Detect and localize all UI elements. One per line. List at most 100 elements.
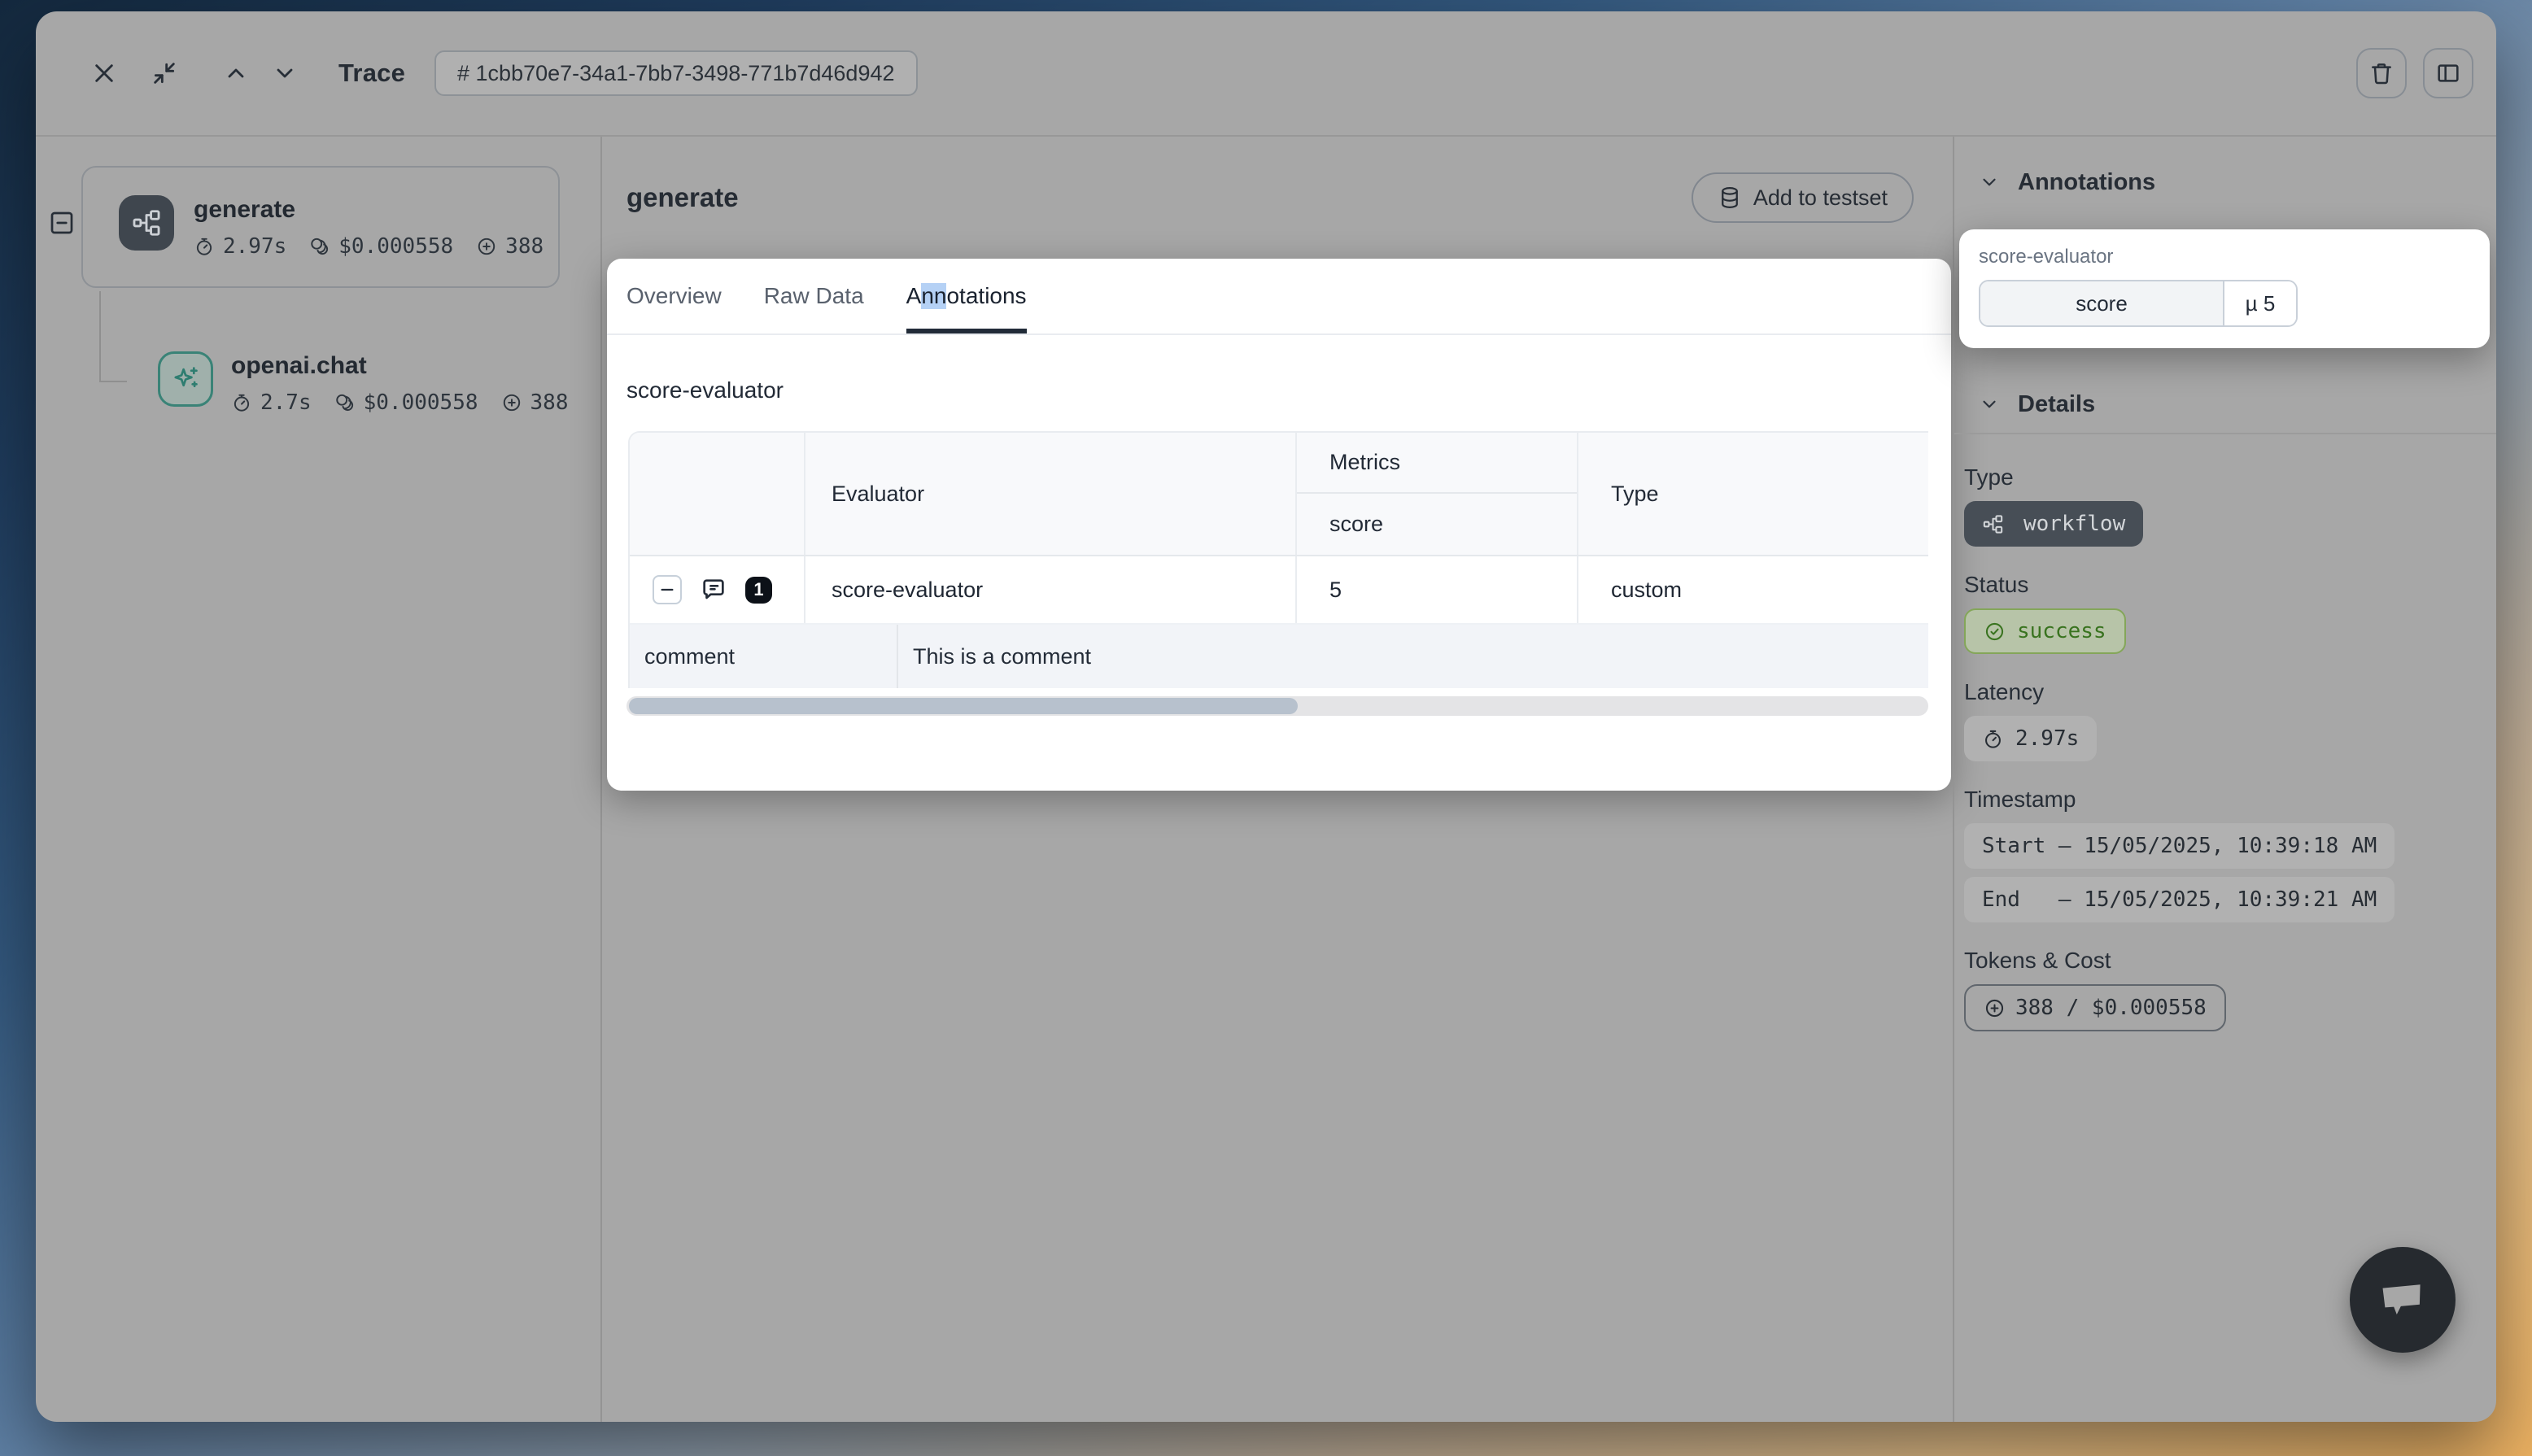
row-score-cell: 5 [1297,556,1578,623]
next-trace-button[interactable] [267,55,303,91]
tree-connector-horizontal [99,381,127,382]
annotations-content: score-evaluator Evaluator Metrics score … [607,377,1951,716]
text-selection-highlight: nn [921,283,946,309]
details-section-header[interactable]: Details [1954,376,2496,434]
latency-badge: 2.97s [1964,716,2097,761]
annotation-score-control[interactable]: score µ 5 [1979,280,2298,327]
span-cost: $0.000558 [364,390,478,415]
plus-circle-icon [1984,997,2006,1019]
tokens-cost-badge: 388 / $0.000558 [1964,984,2226,1031]
type-badge: workflow [1964,501,2143,547]
tab-label-part: otations [946,283,1026,309]
plus-circle-icon [476,236,497,257]
tab-overview[interactable]: Overview [626,259,722,333]
row-actions-cell: 1 [630,556,805,623]
detail-type: Type workflow [1964,464,2483,547]
timer-icon [231,392,252,413]
detail-tokens-cost: Tokens & Cost 388 / $0.000558 [1964,947,2483,1031]
toggle-side-panel-button[interactable] [2423,48,2473,98]
tab-raw-data[interactable]: Raw Data [764,259,864,333]
workflow-icon [119,195,174,251]
horizontal-scrollbar-thumb[interactable] [629,698,1298,714]
detail-status: Status success [1964,571,2483,654]
comment-count-badge: 1 [745,577,772,604]
metric-mean-value: µ 5 [2223,281,2296,325]
annotations-section-header[interactable]: Annotations [1954,137,2496,228]
tab-annotations[interactable]: Annotations [906,259,1027,333]
chevron-down-icon [1979,394,2000,415]
span-detail-panel: generate Add to testset Overview Raw Dat… [602,137,1953,1422]
annotations-section-label: Annotations [2018,169,2155,196]
metric-name[interactable]: score [1980,281,2223,325]
span-tokens: 388 [505,234,544,259]
minus-icon [658,581,676,599]
add-to-testset-button[interactable]: Add to testset [1692,172,1914,223]
span-latency: 2.7s [260,390,312,415]
prev-trace-button[interactable] [218,55,254,91]
table-row: 1 score-evaluator 5 custom [630,556,1928,625]
page-title: Trace [338,59,405,88]
span-cost: $0.000558 [338,234,453,259]
trash-icon [2368,60,2394,86]
row-evaluator-cell: score-evaluator [805,556,1297,623]
span-node-texts: generate 2.97s $0.000558 388 [194,195,544,286]
comment-button[interactable] [700,576,727,604]
chat-bubble-icon [2373,1275,2432,1325]
annotation-evaluator-label: score-evaluator [1979,246,2470,268]
horizontal-scrollbar-track[interactable] [626,696,1928,716]
coins-icon [334,392,356,413]
timer-icon [1982,728,2004,750]
database-icon [1718,185,1742,210]
annotations-table: Evaluator Metrics score Type [628,431,1928,688]
end-timestamp-badge: End — 15/05/2025, 10:39:21 AM [1964,877,2394,922]
span-tokens: 388 [530,390,569,415]
coins-icon [309,236,330,257]
span-detail-title: generate [626,182,739,213]
tree-connector-vertical [99,291,101,382]
start-timestamp-badge: Start — 15/05/2025, 10:39:18 AM [1964,823,2394,869]
close-button[interactable] [86,55,122,91]
metric-name-cell: score [1297,494,1577,555]
comment-key-cell: comment [630,625,898,688]
close-icon [91,60,117,86]
add-to-testset-label: Add to testset [1753,185,1888,211]
header-cell-type: Type [1578,433,1928,555]
details-section-label: Details [2018,391,2095,418]
trace-viewer-modal: Trace # 1cbb70e7-34a1-7bb7-3498-771b7d46… [36,11,2496,1422]
span-node-generate[interactable]: generate 2.97s $0.000558 388 [81,166,560,288]
span-node-texts: openai.chat 2.7s $0.000558 388 [231,351,568,415]
comment-value-cell: This is a comment [898,625,1928,688]
row-type-cell: custom [1578,556,1928,623]
delete-trace-button[interactable] [2356,48,2407,98]
chevron-down-icon [272,60,298,86]
chevron-up-icon [223,60,249,86]
collapse-all-button[interactable] [47,208,76,238]
tab-label-part: A [906,283,922,309]
header-cell-metrics: Metrics score [1297,433,1578,555]
sparkles-icon [158,351,213,407]
span-node-openai-chat[interactable]: openai.chat 2.7s $0.000558 388 [158,351,568,415]
detail-timestamp: Timestamp Start — 15/05/2025, 10:39:18 A… [1964,786,2483,922]
collapse-row-button[interactable] [653,575,682,604]
status-badge: success [1964,608,2126,654]
header-cell-evaluator: Evaluator [805,433,1297,555]
span-name: openai.chat [231,351,568,381]
trace-topbar: Trace # 1cbb70e7-34a1-7bb7-3498-771b7d46… [36,11,2496,137]
header-cell-empty [630,433,805,555]
check-circle-icon [1984,621,2006,643]
detail-latency: Latency 2.97s [1964,678,2483,761]
span-stats: 2.97s $0.000558 388 [194,234,544,259]
latency-label: Latency [1964,678,2483,706]
trace-id-badge[interactable]: # 1cbb70e7-34a1-7bb7-3498-771b7d46d942 [434,50,917,96]
metrics-header: Metrics [1297,433,1577,494]
span-latency: 2.97s [223,234,286,259]
span-name: generate [194,195,544,225]
panel-layout-icon [2435,60,2461,86]
details-list: Type workflow Status success Latency [1964,464,2483,1056]
evaluator-section-title: score-evaluator [626,377,1927,403]
span-tree-sidebar: generate 2.97s $0.000558 388 [36,137,602,1422]
status-label: Status [1964,571,2483,599]
minimize-button[interactable] [146,55,182,91]
workflow-icon [1982,513,2004,535]
chat-widget-button[interactable] [2350,1247,2456,1353]
